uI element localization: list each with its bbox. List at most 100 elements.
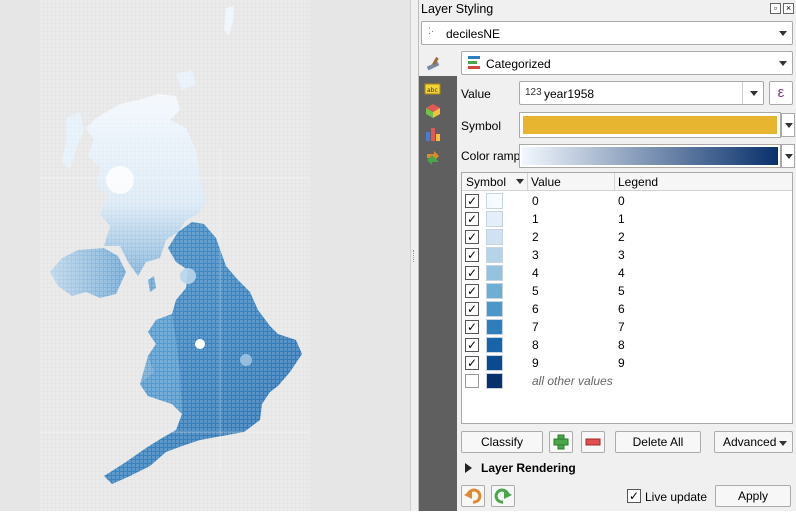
table-row[interactable]: ✓ 5 5 [462,282,792,300]
sort-indicator-icon [516,179,524,184]
live-update-label: Live update [645,490,708,504]
class-visibility-checkbox[interactable]: ✓ [465,248,479,262]
table-row[interactable]: ✓ 3 3 [462,246,792,264]
advanced-button[interactable]: Advanced [714,431,793,453]
table-header: Symbol Value Legend [462,173,792,191]
layer-rendering-section[interactable]: Layer Rendering [481,461,576,475]
class-visibility-checkbox[interactable]: ✓ [465,266,479,280]
color-ramp-button[interactable] [519,144,781,168]
table-row[interactable]: all other values [462,372,792,390]
class-symbol-swatch[interactable] [486,355,503,371]
symbol-dropdown[interactable] [781,113,795,137]
class-visibility-checkbox[interactable]: ✓ [465,230,479,244]
class-visibility-checkbox[interactable]: ✓ [465,356,479,370]
class-symbol-swatch[interactable] [486,373,503,389]
panel-title: Layer Styling [421,2,494,16]
class-symbol-swatch[interactable] [486,301,503,317]
class-value: 6 [532,302,539,316]
add-icon [553,434,569,450]
class-legend: 3 [618,248,625,262]
class-value: 4 [532,266,539,280]
class-value: all other values [532,374,613,388]
symbol-button[interactable] [519,112,781,138]
table-row[interactable]: ✓ 6 6 [462,300,792,318]
class-value: 9 [532,356,539,370]
table-row[interactable]: ✓ 4 4 [462,264,792,282]
table-row[interactable]: ✓ 9 9 [462,354,792,372]
paintbrush-icon[interactable] [424,55,442,73]
layer-name: decilesNE [446,27,501,41]
class-symbol-swatch[interactable] [486,211,503,227]
class-value: 2 [532,230,539,244]
add-class-button[interactable] [549,431,573,453]
header-legend[interactable]: Legend [618,175,658,189]
renderer-selector[interactable]: Categorized [461,51,793,75]
classes-table[interactable]: Symbol Value Legend ✓ 0 0 ✓ 1 1 ✓ 2 2 ✓ 3 3 ✓ 4 4 ✓ 5 5 ✓ 6… [461,172,793,424]
class-visibility-checkbox[interactable]: ✓ [465,194,479,208]
table-row[interactable]: ✓ 2 2 [462,228,792,246]
table-row[interactable]: ✓ 8 8 [462,336,792,354]
color-ramp-label: Color ramp [461,149,521,163]
float-panel-icon[interactable]: ▫ [770,3,781,14]
table-row[interactable]: ✓ 7 7 [462,318,792,336]
class-symbol-swatch[interactable] [486,229,503,245]
class-symbol-swatch[interactable] [486,337,503,353]
expression-icon: ε [777,84,785,101]
point-layer-icon: ⁚· [428,26,434,36]
close-icon[interactable]: × [783,3,794,14]
class-visibility-checkbox[interactable]: ✓ [465,212,479,226]
class-value: 8 [532,338,539,352]
header-symbol[interactable]: Symbol [466,175,506,189]
class-symbol-swatch[interactable] [486,265,503,281]
class-visibility-checkbox[interactable]: ✓ [465,320,479,334]
class-legend: 8 [618,338,625,352]
advanced-label: Advanced [723,435,777,449]
delete-all-button[interactable]: Delete All [615,431,701,453]
class-visibility-checkbox[interactable]: ✓ [465,302,479,316]
map-canvas[interactable] [0,0,410,511]
categorized-icon [468,56,482,73]
expression-button[interactable]: ε [769,81,793,105]
apply-button[interactable]: Apply [715,485,791,507]
labels-icon[interactable]: abc [424,83,442,101]
layer-selector[interactable]: ⁚· decilesNE [421,21,793,45]
class-legend: 7 [618,320,625,334]
diagram-icon[interactable] [424,126,442,144]
redo-button[interactable] [491,485,515,507]
table-row[interactable]: ✓ 1 1 [462,210,792,228]
class-visibility-checkbox[interactable]: ✓ [465,338,479,352]
value-field-selector[interactable]: 123 year1958 [519,81,764,105]
symbol-label: Symbol [461,119,502,133]
class-symbol-swatch[interactable] [486,193,503,209]
class-legend: 6 [618,302,625,316]
class-legend: 5 [618,284,625,298]
table-row[interactable]: ✓ 0 0 [462,192,792,210]
class-symbol-swatch[interactable] [486,283,503,299]
style-sidebar: abc [419,50,457,511]
numeric-type-badge: 123 [525,87,542,98]
class-visibility-checkbox[interactable]: ✓ [465,284,479,298]
color-ramp-gradient [522,147,778,165]
renderer-name: Categorized [486,57,551,71]
color-ramp-dropdown[interactable] [781,144,795,168]
history-icon[interactable] [424,150,442,168]
class-legend: 2 [618,230,625,244]
expand-arrow-icon[interactable] [465,463,472,473]
layer-styling-panel: Layer Styling ▫ × ⁚· decilesNE abc Categ… [418,0,796,511]
panel-splitter[interactable] [410,0,418,511]
remove-icon [585,438,601,446]
class-visibility-checkbox[interactable] [465,374,479,388]
header-value[interactable]: Value [531,175,561,189]
remove-class-button[interactable] [581,431,605,453]
class-value: 7 [532,320,539,334]
class-symbol-swatch[interactable] [486,319,503,335]
3d-icon[interactable] [424,103,442,121]
undo-button[interactable] [461,485,485,507]
class-value: 0 [532,194,539,208]
class-symbol-swatch[interactable] [486,247,503,263]
class-legend: 9 [618,356,625,370]
classify-button[interactable]: Classify [461,431,543,453]
live-update-checkbox[interactable]: ✓ [627,489,641,503]
chevron-down-icon [779,441,787,446]
svg-text:abc: abc [427,87,438,94]
